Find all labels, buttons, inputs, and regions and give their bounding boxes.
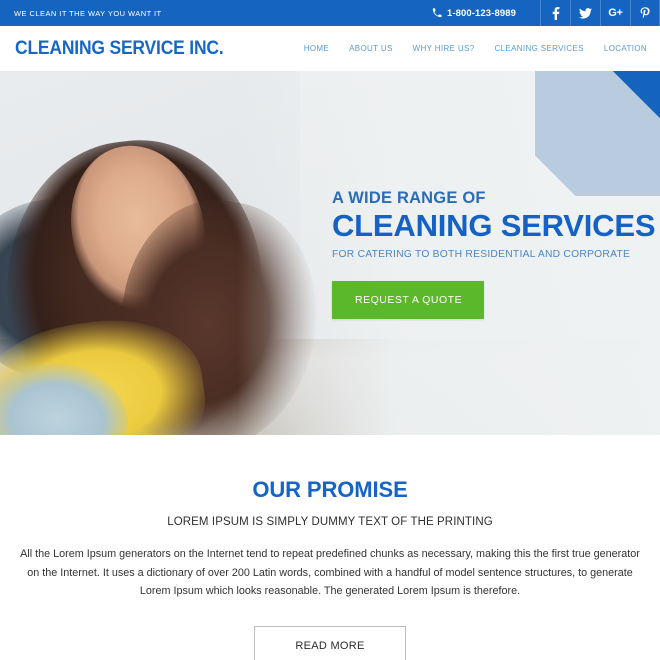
- site-tagline: WE CLEAN IT THE WAY YOU WANT IT: [14, 8, 162, 18]
- facebook-icon[interactable]: [540, 0, 570, 26]
- hero-corner-accent: [535, 71, 660, 196]
- hero-kicker: A WIDE RANGE OF: [332, 189, 486, 207]
- hero-subtitle: FOR CATERING TO BOTH RESIDENTIAL AND COR…: [332, 249, 631, 261]
- top-utility-bar: WE CLEAN IT THE WAY YOU WANT IT 1-800-12…: [0, 0, 660, 26]
- nav-item-cleaning-services[interactable]: CLEANING SERVICES: [495, 44, 584, 53]
- promise-title: OUR PROMISE: [252, 477, 408, 502]
- hero-banner: A WIDE RANGE OF CLEANING SERVICES FOR CA…: [0, 71, 660, 435]
- nav-item-about-us[interactable]: ABOUT US: [349, 44, 393, 53]
- request-a-quote-button[interactable]: REQUEST A QUOTE: [332, 281, 485, 320]
- promise-body-text: All the Lorem Ipsum generators on the In…: [20, 548, 640, 598]
- promise-subtitle: LOREM IPSUM IS SIMPLY DUMMY TEXT OF THE …: [167, 516, 493, 528]
- google-plus-icon[interactable]: G+: [600, 0, 630, 26]
- read-more-button[interactable]: READ MORE: [254, 625, 406, 660]
- phone-number: 1-800-123-8989: [446, 7, 516, 19]
- site-logo[interactable]: CLEANING SERVICE INC.: [15, 38, 224, 60]
- phone-contact[interactable]: 1-800-123-8989: [424, 0, 540, 26]
- our-promise-section: OUR PROMISE LOREM IPSUM IS SIMPLY DUMMY …: [0, 435, 660, 660]
- pinterest-icon[interactable]: [630, 0, 660, 26]
- read-more-container: READ MORE: [0, 625, 660, 660]
- main-navigation: HOME ABOUT US WHY HIRE US? CLEANING SERV…: [304, 44, 647, 53]
- social-links: G+: [540, 0, 660, 26]
- nav-item-why-hire-us[interactable]: WHY HIRE US?: [413, 44, 475, 53]
- phone-icon: [432, 8, 442, 18]
- google-plus-label: G+: [608, 6, 623, 19]
- hero-title: CLEANING SERVICES: [332, 207, 656, 243]
- hero-text-block: A WIDE RANGE OF CLEANING SERVICES FOR CA…: [332, 189, 656, 320]
- twitter-icon[interactable]: [570, 0, 600, 26]
- page-root: WE CLEAN IT THE WAY YOU WANT IT 1-800-12…: [0, 0, 660, 660]
- nav-item-home[interactable]: HOME: [304, 44, 329, 53]
- nav-item-location[interactable]: LOCATION: [604, 44, 647, 53]
- site-header: CLEANING SERVICE INC. HOME ABOUT US WHY …: [0, 26, 660, 71]
- topbar-right-group: 1-800-123-8989 G+: [424, 0, 660, 26]
